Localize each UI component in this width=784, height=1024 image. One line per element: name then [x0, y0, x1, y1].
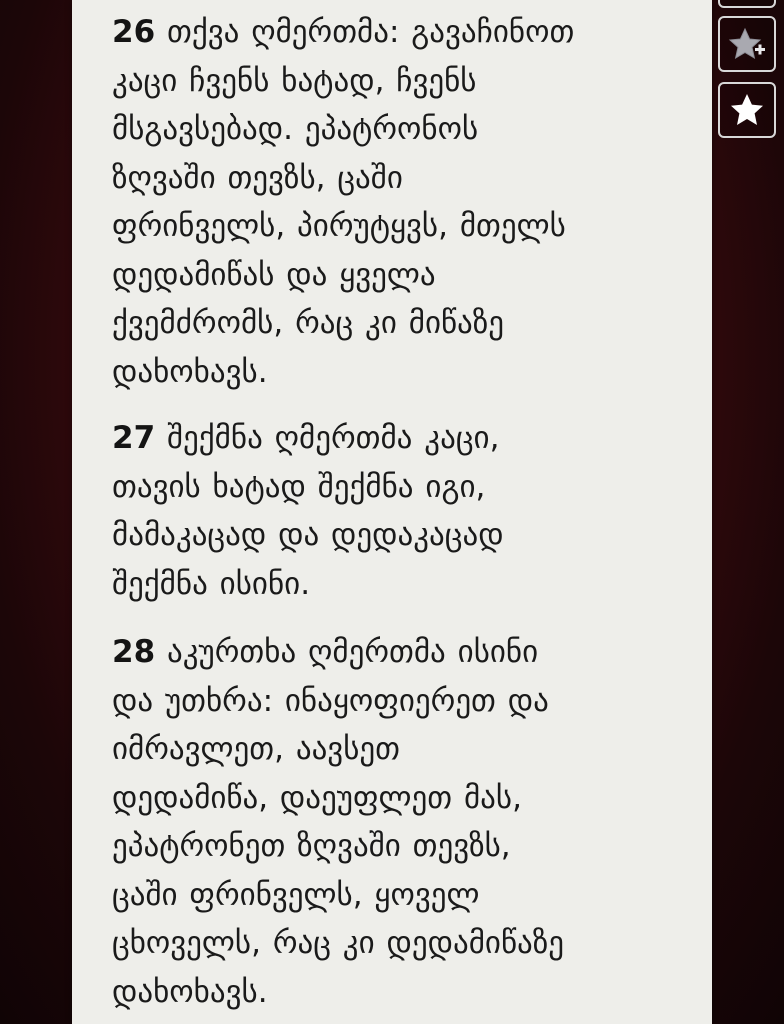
star-icon: [728, 92, 766, 128]
verse-line: ქვემძრომს, რაც კი მიწაზე: [112, 305, 505, 341]
verse-line: იმრავლეთ, აავსეთ: [112, 731, 400, 767]
verse-line: ცაში ფრინველს, ყოველ: [112, 876, 480, 913]
star-plus-icon: [727, 26, 767, 62]
verse-line: ზღვაში თევზს, ცაში: [112, 159, 403, 196]
verse-number: 26: [112, 14, 156, 50]
verse-line: თავის ხატად შექმნა იგი,: [112, 468, 486, 505]
verse-line: 28 აკურთხა ღმერთმა ისინი: [112, 628, 564, 677]
verse-line: ფრინველს, პირუტყვს, მთელს: [112, 208, 566, 244]
side-button-partial[interactable]: [718, 0, 776, 8]
verse-28[interactable]: 28 აკურთხა ღმერთმა ისინი და უთხრა: ინაყო…: [112, 628, 564, 1016]
verse-number: 28: [112, 634, 156, 670]
verse-line: 27 შექმნა ღმერთმა კაცი,: [112, 414, 504, 463]
verse-27[interactable]: 27 შექმნა ღმერთმა კაცი, თავის ხატად შექმ…: [112, 414, 504, 608]
verse-line: დედამიწას და ყველა: [112, 256, 436, 293]
verse-line: შექმნა ისინი.: [112, 565, 311, 602]
verse-line: ეპატრონეთ ზღვაში თევზს,: [112, 828, 511, 864]
verse-line: დახოხავს.: [112, 973, 268, 1010]
verse-line: კაცი ჩვენს ხატად, ჩვენს: [112, 62, 477, 99]
verse-text: შექმნა ღმერთმა კაცი,: [167, 420, 500, 456]
verse-line: დახოხავს.: [112, 353, 268, 390]
chapter-page: 26 თქვა ღმერთმა: გავაჩინოთ კაცი ჩვენს ხა…: [72, 0, 712, 1024]
verse-text: თქვა ღმერთმა: გავაჩინოთ: [167, 14, 575, 50]
verse-line: 26 თქვა ღმერთმა: გავაჩინოთ: [112, 8, 574, 57]
verse-line: დედამიწა, დაეუფლეთ მას,: [112, 779, 522, 816]
add-bookmark-button[interactable]: [718, 16, 776, 72]
verse-line: და უთხრა: ინაყოფიერეთ და: [112, 682, 549, 719]
verse-line: მსგავსებად. ეპატრონოს: [112, 111, 479, 147]
verse-line: მამაკაცად და დედაკაცად: [112, 517, 504, 553]
bookmarks-button[interactable]: [718, 82, 776, 138]
verse-number: 27: [112, 420, 156, 456]
verse-26[interactable]: 26 თქვა ღმერთმა: გავაჩინოთ კაცი ჩვენს ხა…: [112, 8, 574, 396]
verse-text: აკურთხა ღმერთმა ისინი: [167, 634, 539, 670]
verse-line: ცხოველს, რაც კი დედამიწაზე: [112, 925, 564, 961]
